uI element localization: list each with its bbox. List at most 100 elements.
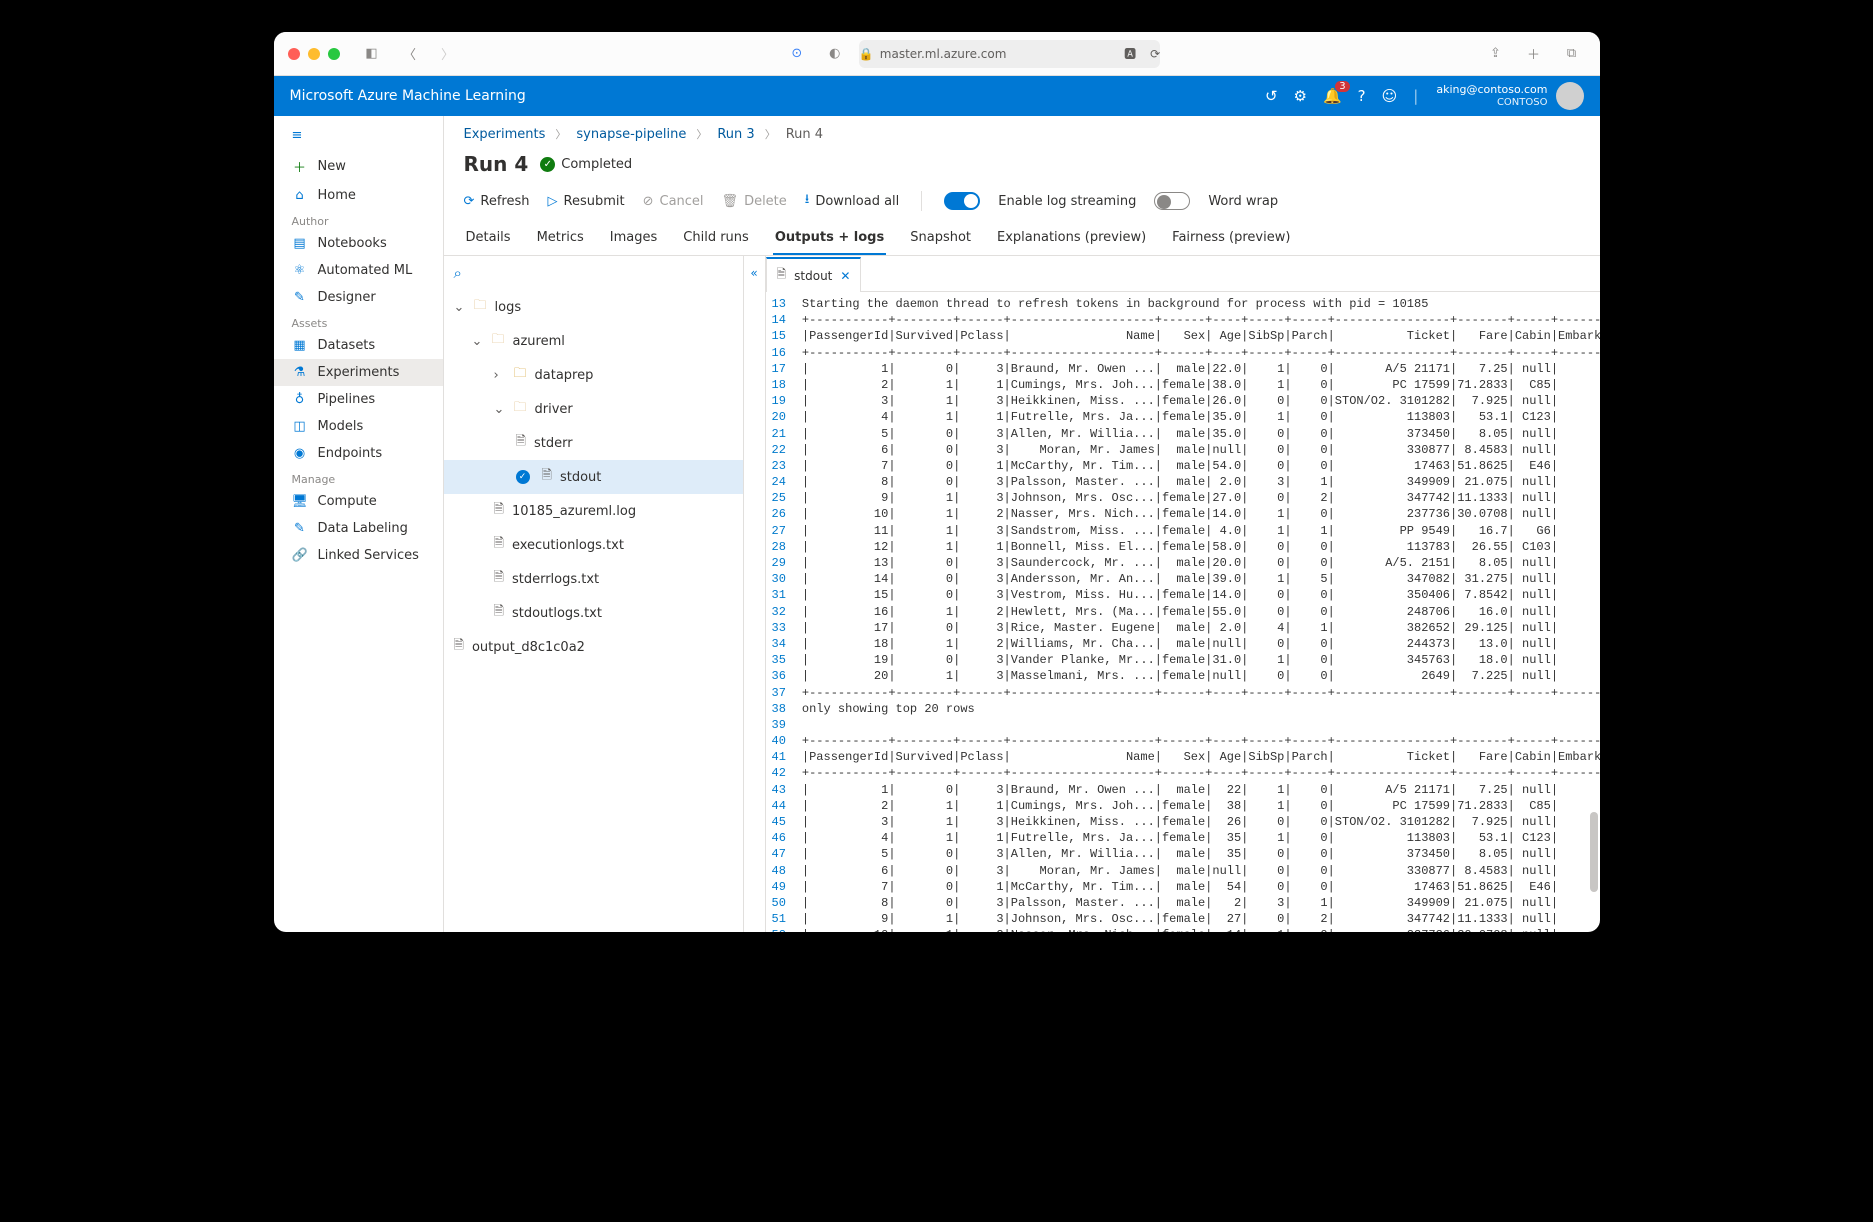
flask-icon: ⚗ <box>292 365 308 380</box>
nav-section-manage: Manage <box>274 467 443 488</box>
tree-folder-logs[interactable]: ⌄🗀logs <box>444 290 743 324</box>
privacy-icon[interactable]: ⊙ <box>783 42 811 66</box>
tree-file-stderrlogs[interactable]: 🗎stderrlogs.txt <box>444 562 743 596</box>
reload-icon[interactable]: ⟳ <box>1150 47 1160 61</box>
folder-icon: 🗀 <box>514 364 527 386</box>
back-button[interactable]: 〈 <box>396 42 424 66</box>
divider <box>921 191 922 211</box>
trash-icon: 🗑 <box>722 194 739 209</box>
nav-notebooks[interactable]: ▤Notebooks <box>274 230 443 257</box>
file-icon: 🗎 <box>516 432 526 454</box>
tree-file-stdout[interactable]: ✓🗎stdout <box>444 460 743 494</box>
notifications-icon[interactable]: 🔔3 <box>1323 87 1342 105</box>
url-text: master.ml.azure.com <box>880 47 1007 61</box>
word-wrap-toggle[interactable] <box>1154 192 1190 210</box>
close-icon[interactable]: ✕ <box>840 269 850 283</box>
notebook-icon: ▤ <box>292 236 308 251</box>
address-bar[interactable]: 🔒 master.ml.azure.com 🅰 ⟳ <box>859 40 1160 68</box>
cancel-button: ⊘Cancel <box>643 194 704 209</box>
status-badge: ✓Completed <box>540 157 632 172</box>
tree-folder-azureml[interactable]: ⌄🗀azureml <box>444 324 743 358</box>
history-icon[interactable]: ↺ <box>1265 87 1278 105</box>
log-streaming-label: Enable log streaming <box>998 194 1136 209</box>
chevron-right-icon: 〉 <box>765 126 776 142</box>
forward-button[interactable]: 〉 <box>434 42 462 66</box>
download-all-button[interactable]: ⭳Download all <box>805 190 900 212</box>
feedback-icon[interactable]: ☺ <box>1382 87 1398 105</box>
minimize-window-icon[interactable] <box>308 48 320 60</box>
editor-tab-stdout[interactable]: 🗎 stdout ✕ <box>766 257 862 292</box>
nav-experiments[interactable]: ⚗Experiments <box>274 359 443 386</box>
tree-file-executionlogs[interactable]: 🗎executionlogs.txt <box>444 528 743 562</box>
log-streaming-toggle[interactable] <box>944 192 980 210</box>
tab-details[interactable]: Details <box>464 220 513 255</box>
nav-endpoints[interactable]: ◉Endpoints <box>274 440 443 467</box>
avatar[interactable] <box>1556 82 1584 110</box>
tree-file-azureml-log[interactable]: 🗎10185_azureml.log <box>444 494 743 528</box>
shield-icon[interactable]: ◐ <box>821 42 849 66</box>
tabs-icon[interactable]: ⧉ <box>1557 42 1585 66</box>
tree-file-stdoutlogs[interactable]: 🗎stdoutlogs.txt <box>444 596 743 630</box>
nav-labeling[interactable]: ✎Data Labeling <box>274 515 443 542</box>
nav-designer[interactable]: ✎Designer <box>274 284 443 311</box>
nav-new[interactable]: ＋New <box>274 151 443 182</box>
nav-section-assets: Assets <box>274 311 443 332</box>
tree-file-stderr[interactable]: 🗎stderr <box>444 426 743 460</box>
share-icon[interactable]: ⇪ <box>1481 42 1509 66</box>
nav-compute[interactable]: 🖥Compute <box>274 488 443 515</box>
menu-toggle-icon[interactable]: ≡ <box>274 120 443 151</box>
tab-images[interactable]: Images <box>608 220 660 255</box>
chevron-down-icon: ⌄ <box>472 334 484 349</box>
line-numbers: 13 14 15 16 17 18 19 20 21 22 23 24 25 2… <box>766 292 794 932</box>
collapse-panel-button[interactable]: « <box>744 256 766 932</box>
tree-folder-dataprep[interactable]: ›🗀dataprep <box>444 358 743 392</box>
user-email: aking@contoso.com <box>1436 84 1547 96</box>
editor-tabs: 🗎 stdout ✕ <box>766 256 1600 292</box>
tab-explanations[interactable]: Explanations (preview) <box>995 220 1148 255</box>
label-icon: ✎ <box>292 521 308 536</box>
folder-icon: 🗀 <box>492 330 505 352</box>
tree-file-output[interactable]: 🗎output_d8c1c0a2 <box>444 630 743 664</box>
help-icon[interactable]: ? <box>1358 87 1366 105</box>
nav-linked[interactable]: 🔗Linked Services <box>274 542 443 569</box>
log-viewer[interactable]: 13 14 15 16 17 18 19 20 21 22 23 24 25 2… <box>766 292 1600 932</box>
run-tabs: Details Metrics Images Child runs Output… <box>444 220 1600 256</box>
search-icon[interactable]: ⌕ <box>444 256 743 290</box>
tab-snapshot[interactable]: Snapshot <box>908 220 973 255</box>
close-window-icon[interactable] <box>288 48 300 60</box>
chevron-down-icon: ⌄ <box>494 402 506 417</box>
endpoint-icon: ◉ <box>292 446 308 461</box>
file-icon: 🗎 <box>542 466 552 488</box>
delete-button: 🗑Delete <box>722 194 787 209</box>
translate-icon[interactable]: 🅰 <box>1124 45 1136 62</box>
run-toolbar: ⟳Refresh ▷Resubmit ⊘Cancel 🗑Delete ⭳Down… <box>444 182 1600 220</box>
settings-gear-icon[interactable]: ⚙ <box>1294 87 1307 105</box>
nav-home[interactable]: ⌂Home <box>274 182 443 209</box>
nav-datasets[interactable]: ▦Datasets <box>274 332 443 359</box>
left-nav: ≡ ＋New ⌂Home Author ▤Notebooks ⚛Automate… <box>274 116 444 932</box>
nav-models[interactable]: ◫Models <box>274 413 443 440</box>
designer-icon: ✎ <box>292 290 308 305</box>
nav-automl[interactable]: ⚛Automated ML <box>274 257 443 284</box>
resubmit-button[interactable]: ▷Resubmit <box>548 194 625 209</box>
sidebar-toggle-icon[interactable]: ◧ <box>358 42 386 66</box>
maximize-window-icon[interactable] <box>328 48 340 60</box>
tree-folder-driver[interactable]: ⌄🗀driver <box>444 392 743 426</box>
tab-fairness[interactable]: Fairness (preview) <box>1170 220 1292 255</box>
file-icon: 🗎 <box>494 602 504 624</box>
user-org: CONTOSO <box>1436 97 1547 108</box>
tab-outputs-logs[interactable]: Outputs + logs <box>773 220 886 255</box>
new-tab-icon[interactable]: ＋ <box>1519 42 1547 66</box>
tab-metrics[interactable]: Metrics <box>535 220 586 255</box>
user-account[interactable]: aking@contoso.com CONTOSO <box>1436 84 1547 107</box>
refresh-button[interactable]: ⟳Refresh <box>464 194 530 209</box>
crumb-pipeline[interactable]: synapse-pipeline <box>576 127 686 142</box>
scrollbar-thumb[interactable] <box>1590 812 1598 892</box>
tab-child-runs[interactable]: Child runs <box>681 220 751 255</box>
crumb-run3[interactable]: Run 3 <box>717 127 754 142</box>
run-header: Run 4 ✓Completed <box>444 152 1600 182</box>
check-icon: ✓ <box>516 470 530 484</box>
nav-pipelines[interactable]: ♁Pipelines <box>274 386 443 413</box>
download-icon: ⭳ <box>805 190 810 212</box>
crumb-experiments[interactable]: Experiments <box>464 127 546 142</box>
